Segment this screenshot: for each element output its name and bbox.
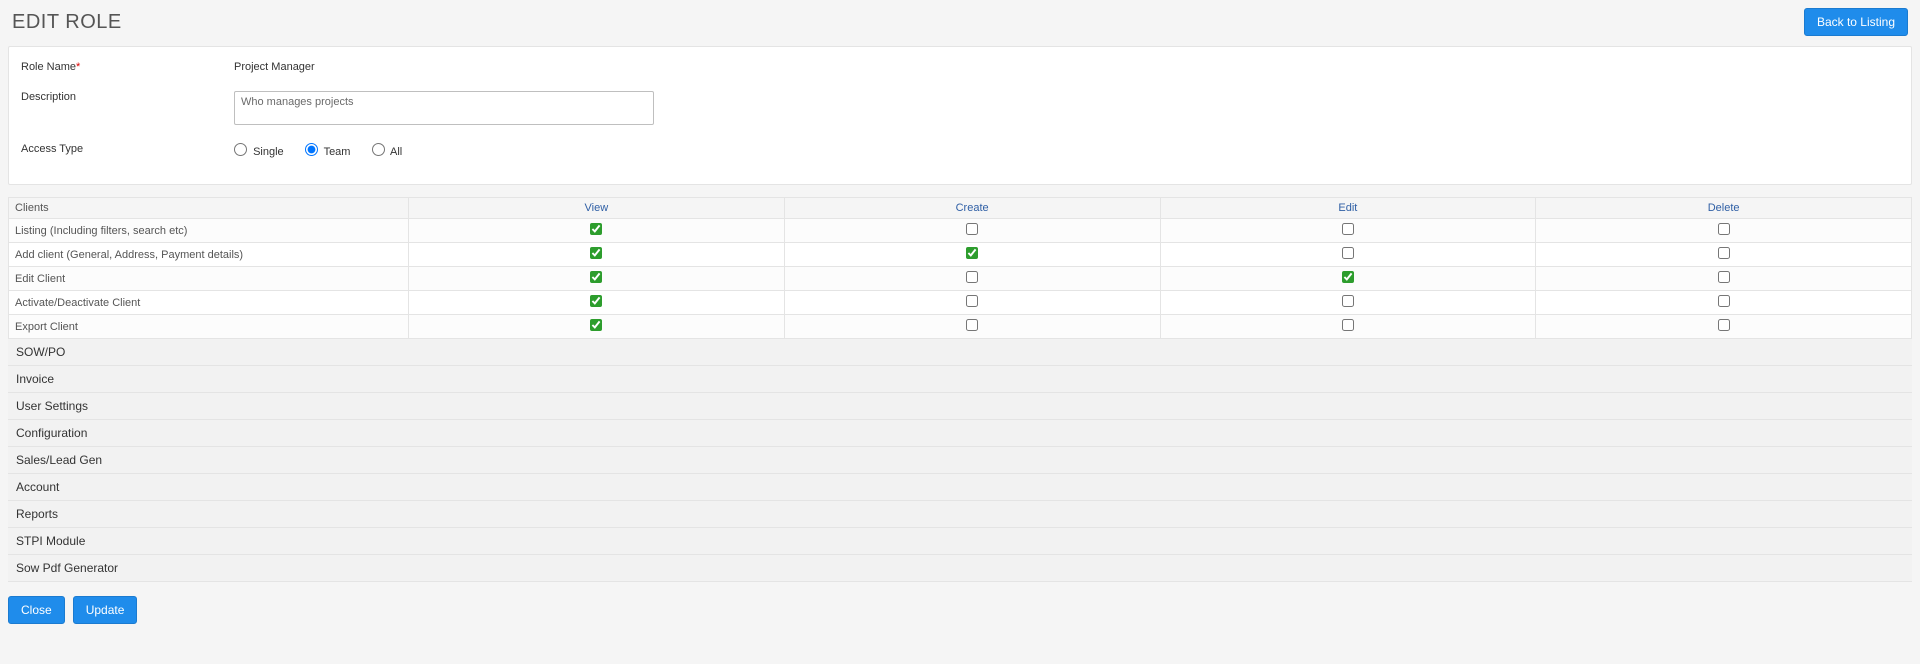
perm-row: Add client (General, Address, Payment de… (9, 243, 1912, 267)
back-to-listing-button[interactable]: Back to Listing (1804, 8, 1908, 36)
perm-checkbox[interactable] (1718, 247, 1730, 259)
description-input[interactable] (234, 91, 654, 125)
access-all-radio[interactable] (372, 143, 385, 156)
perm-checkbox[interactable] (590, 223, 602, 235)
update-button[interactable]: Update (73, 596, 138, 624)
perm-row: Listing (Including filters, search etc) (9, 219, 1912, 243)
access-type-label: Access Type (19, 143, 234, 155)
section-header-stpi-module[interactable]: STPI Module (8, 528, 1912, 555)
perm-col-view: View (409, 198, 785, 219)
form-panel: Role Name* Project Manager Description A… (8, 46, 1912, 185)
section-header-sow-po[interactable]: SOW/PO (8, 339, 1912, 366)
perm-checkbox[interactable] (1718, 295, 1730, 307)
perm-checkbox[interactable] (1342, 271, 1354, 283)
role-name-value: Project Manager (234, 61, 315, 73)
perm-checkbox[interactable] (966, 247, 978, 259)
page-title: EDIT ROLE (12, 11, 122, 34)
perm-checkbox[interactable] (966, 223, 978, 235)
access-team-radio[interactable] (305, 143, 318, 156)
section-header-configuration[interactable]: Configuration (8, 420, 1912, 447)
perm-checkbox[interactable] (590, 247, 602, 259)
perm-row-label: Activate/Deactivate Client (9, 291, 409, 315)
perm-row-label: Add client (General, Address, Payment de… (9, 243, 409, 267)
access-single-option[interactable]: Single (234, 146, 287, 158)
section-header-invoice[interactable]: Invoice (8, 366, 1912, 393)
description-label: Description (19, 91, 234, 103)
perm-checkbox[interactable] (1342, 247, 1354, 259)
perm-row-label: Listing (Including filters, search etc) (9, 219, 409, 243)
perm-checkbox[interactable] (1342, 295, 1354, 307)
perm-checkbox[interactable] (590, 295, 602, 307)
section-header-account[interactable]: Account (8, 474, 1912, 501)
perm-col-edit: Edit (1160, 198, 1536, 219)
perm-checkbox[interactable] (590, 319, 602, 331)
perm-row: Edit Client (9, 267, 1912, 291)
perm-checkbox[interactable] (966, 295, 978, 307)
perm-col-create: Create (784, 198, 1160, 219)
access-single-radio[interactable] (234, 143, 247, 156)
access-all-option[interactable]: All (372, 146, 403, 158)
perm-checkbox[interactable] (966, 319, 978, 331)
perm-col-delete: Delete (1536, 198, 1912, 219)
perm-table-clients: ClientsViewCreateEditDelete Listing (Incl… (8, 197, 1912, 339)
access-type-radio-group: Single Team All (234, 143, 420, 158)
section-header-clients[interactable]: Clients (9, 198, 409, 219)
perm-row-label: Edit Client (9, 267, 409, 291)
perm-row-label: Export Client (9, 315, 409, 339)
section-header-user-settings[interactable]: User Settings (8, 393, 1912, 420)
perm-row: Activate/Deactivate Client (9, 291, 1912, 315)
perm-checkbox[interactable] (1718, 223, 1730, 235)
perm-checkbox[interactable] (590, 271, 602, 283)
access-team-option[interactable]: Team (305, 146, 354, 158)
perm-checkbox[interactable] (1718, 271, 1730, 283)
section-header-sow-pdf-generator[interactable]: Sow Pdf Generator (8, 555, 1912, 582)
perm-checkbox[interactable] (966, 271, 978, 283)
section-header-reports[interactable]: Reports (8, 501, 1912, 528)
perm-checkbox[interactable] (1342, 319, 1354, 331)
perm-checkbox[interactable] (1342, 223, 1354, 235)
close-button[interactable]: Close (8, 596, 65, 624)
section-header-sales-lead-gen[interactable]: Sales/Lead Gen (8, 447, 1912, 474)
perm-row: Export Client (9, 315, 1912, 339)
role-name-label: Role Name* (19, 61, 234, 73)
perm-checkbox[interactable] (1718, 319, 1730, 331)
